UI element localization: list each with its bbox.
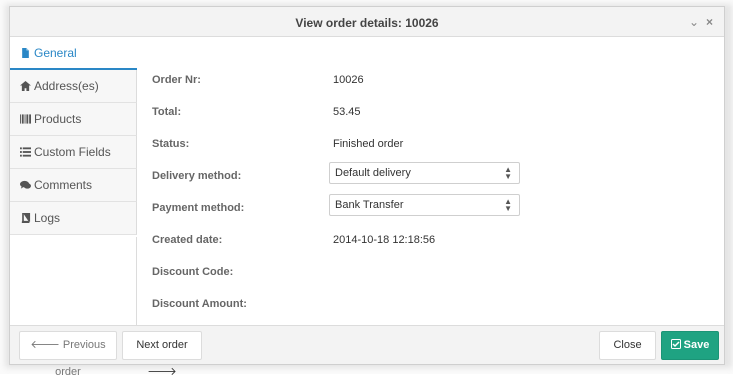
arrow-left-icon: 🡐 <box>30 339 60 351</box>
barcode-icon <box>20 114 31 124</box>
payment-method-label: Payment method: <box>152 202 245 214</box>
tab-addresses[interactable]: Address(es) <box>10 70 137 103</box>
total-value: 53.45 <box>333 106 361 118</box>
status-row: Status: Finished order <box>152 133 552 157</box>
dialog-footer: 🡐 Previous order Next order 🡒 Close Save <box>10 325 724 378</box>
save-label: Save <box>683 339 710 351</box>
discount-amount-label: Discount Amount: <box>152 298 247 310</box>
book-icon <box>21 213 31 223</box>
delivery-method-label: Delivery method: <box>152 170 242 182</box>
check-square-icon <box>670 339 681 349</box>
tab-general[interactable]: General <box>10 38 137 70</box>
payment-row: Payment method: Bank Transfer ▲ ▼ <box>152 194 552 221</box>
arrow-right-icon: 🡒 <box>147 366 177 378</box>
tab-logs-label: Logs <box>34 211 61 225</box>
discount-amount-row: Discount Amount: <box>152 293 552 317</box>
list-icon <box>20 147 31 157</box>
chevron-down-icon[interactable]: ⌄ <box>689 15 699 29</box>
tab-sidebar: General Address(es) Products Custom Fiel… <box>10 38 137 235</box>
created-row: Created date: 2014-10-18 12:18:56 <box>152 229 552 253</box>
select-arrows-icon: ▲ ▼ <box>504 197 512 213</box>
status-value: Finished order <box>333 138 404 150</box>
sidebar-divider <box>10 237 137 326</box>
total-row: Total: 53.45 <box>152 101 552 125</box>
discount-code-row: Discount Code: <box>152 261 552 285</box>
home-icon <box>20 81 31 91</box>
file-icon <box>22 48 29 58</box>
delivery-row: Delivery method: Default delivery ▲ ▼ <box>152 162 552 189</box>
next-order-button[interactable]: Next order 🡒 <box>122 331 202 378</box>
order-nr-row: Order Nr: 10026 <box>152 69 552 93</box>
tab-general-label: General <box>34 46 77 60</box>
payment-method-select[interactable]: Bank Transfer ▲ ▼ <box>329 194 520 216</box>
delivery-method-select[interactable]: Default delivery ▲ ▼ <box>329 162 520 184</box>
close-button[interactable]: Close <box>599 331 656 360</box>
created-date-label: Created date: <box>152 234 223 246</box>
discount-code-label: Discount Code: <box>152 266 234 278</box>
tab-comments[interactable]: Comments <box>10 169 137 202</box>
tab-products[interactable]: Products <box>10 103 137 136</box>
tab-products-label: Products <box>34 112 82 126</box>
dialog-header: View order details: 10026 ⌄ × <box>10 7 724 37</box>
close-icon[interactable]: × <box>706 15 713 29</box>
tab-comments-label: Comments <box>34 178 93 192</box>
tab-logs[interactable]: Logs <box>10 202 137 235</box>
select-arrows-icon: ▲ ▼ <box>504 165 512 181</box>
next-order-label: Next order <box>136 339 188 351</box>
tab-custom-fields-label: Custom Fields <box>34 145 111 159</box>
payment-method-value: Bank Transfer <box>335 199 404 211</box>
created-date-value: 2014-10-18 12:18:56 <box>333 234 436 246</box>
tab-custom-fields[interactable]: Custom Fields <box>10 136 137 169</box>
total-label: Total: <box>152 106 182 118</box>
previous-order-button[interactable]: 🡐 Previous order <box>19 331 117 378</box>
dialog-title: View order details: 10026 <box>295 16 439 30</box>
tab-addresses-label: Address(es) <box>34 79 99 93</box>
order-details-dialog: View order details: 10026 ⌄ × General Ad… <box>9 6 725 378</box>
save-button[interactable]: Save <box>661 331 719 360</box>
order-nr-value: 10026 <box>333 74 364 86</box>
order-nr-label: Order Nr: <box>152 74 201 86</box>
comments-icon <box>20 180 31 189</box>
delivery-method-value: Default delivery <box>335 167 411 179</box>
status-label: Status: <box>152 138 190 150</box>
